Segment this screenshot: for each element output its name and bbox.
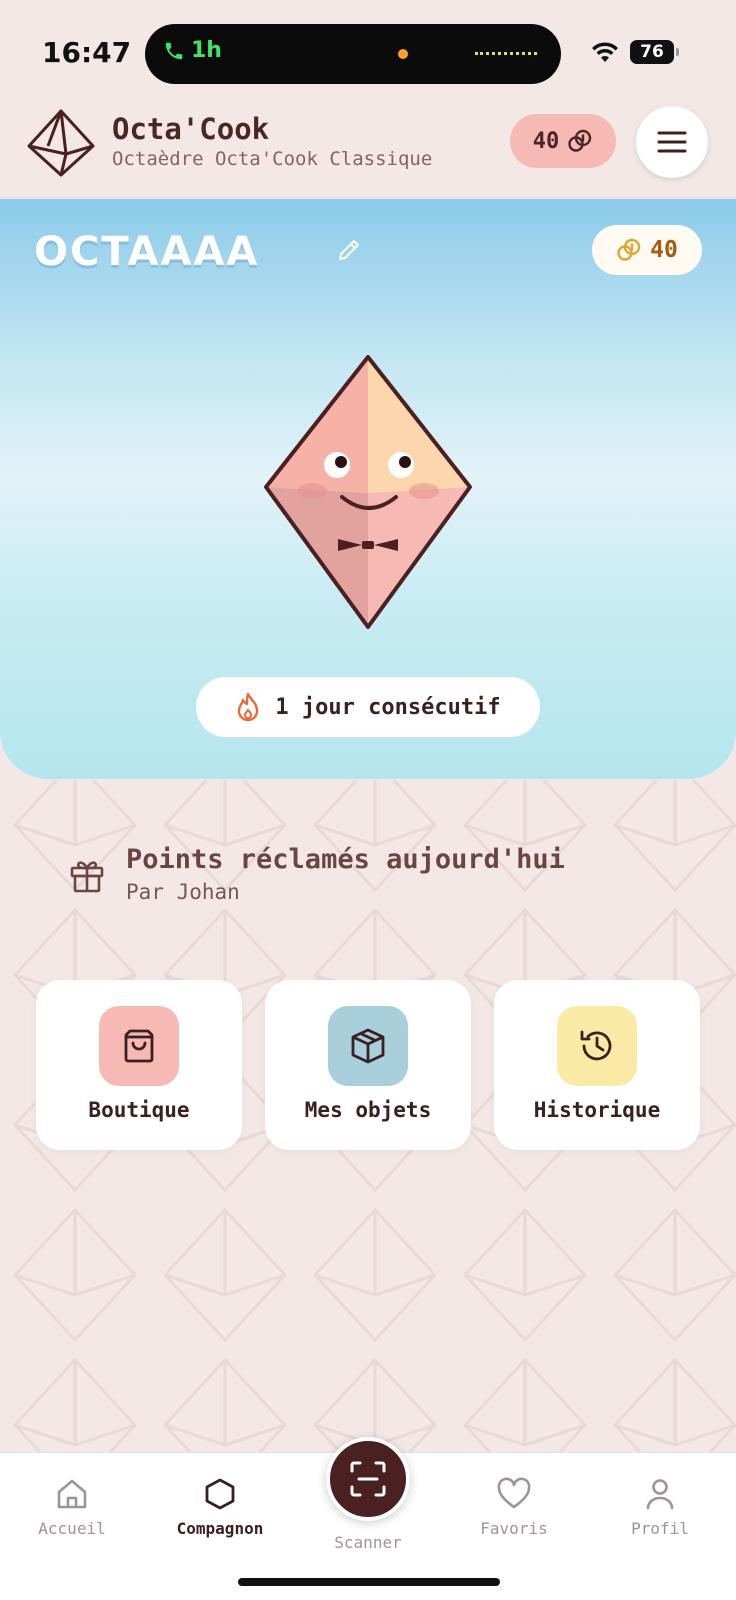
shop-card-label: Boutique xyxy=(88,1098,190,1122)
coin-count: 40 xyxy=(650,237,678,263)
audio-indicator xyxy=(475,52,537,56)
history-card-label: Historique xyxy=(533,1098,661,1122)
app-subtitle: Octaèdre Octa'Cook Classique xyxy=(112,148,433,170)
nav-item-favorites[interactable]: Favoris xyxy=(449,1477,579,1538)
box-icon xyxy=(351,1028,385,1064)
nav-label-companion: Compagnon xyxy=(176,1519,264,1538)
status-time: 16:47 xyxy=(42,36,132,69)
points-count: 40 xyxy=(532,128,560,154)
companion-hero: OCTAAAA 40 1 jour consécutif xyxy=(0,199,736,779)
nav-label-profile: Profil xyxy=(631,1519,689,1538)
menu-icon xyxy=(657,131,687,153)
shop-icon-tile xyxy=(99,1006,179,1086)
nav-label-favorites: Favoris xyxy=(480,1519,548,1538)
claim-subtitle: Par Johan xyxy=(126,880,240,904)
history-icon xyxy=(580,1030,612,1061)
call-indicator[interactable]: 1h xyxy=(163,38,222,63)
menu-button[interactable] xyxy=(636,106,708,178)
history-card[interactable]: Historique xyxy=(494,980,700,1150)
claim-title: Points réclamés aujourd'hui xyxy=(126,844,565,875)
scanner-button[interactable] xyxy=(326,1437,410,1521)
streak-badge: 1 jour consécutif xyxy=(196,677,540,737)
octahedron-logo-icon[interactable] xyxy=(26,108,96,178)
home-icon xyxy=(57,1479,87,1509)
gift-icon xyxy=(70,861,104,893)
nav-label-scanner: Scanner xyxy=(334,1533,402,1552)
points-claimed-notice: Points réclamés aujourd'hui Par Johan xyxy=(68,844,668,904)
my-items-card-label: Mes objets xyxy=(304,1098,432,1122)
heart-icon xyxy=(497,1477,531,1509)
hexagon-icon xyxy=(205,1478,235,1510)
phone-icon xyxy=(165,42,183,59)
coin-icon xyxy=(568,129,592,152)
app-title: Octa'Cook xyxy=(112,112,270,146)
nav-item-home[interactable]: Accueil xyxy=(7,1477,137,1538)
wifi-icon xyxy=(592,42,618,62)
nav-item-profile[interactable]: Profil xyxy=(595,1477,725,1538)
pet-name: OCTAAAA xyxy=(34,229,260,275)
flame-icon xyxy=(238,692,259,722)
battery-level: 76 xyxy=(640,42,664,62)
app-header: Octa'Cook Octaèdre Octa'Cook Classique 4… xyxy=(0,100,736,198)
my-items-icon-tile xyxy=(328,1006,408,1086)
shopping-bag-icon xyxy=(124,1029,154,1063)
points-badge[interactable]: 40 xyxy=(510,114,616,168)
camera-indicator-dot xyxy=(398,49,408,59)
home-indicator[interactable] xyxy=(238,1578,500,1586)
battery-icon: 76 xyxy=(630,40,679,64)
status-bar: 16:47 1h 76 xyxy=(0,0,736,100)
dynamic-island[interactable]: 1h xyxy=(145,24,561,84)
coin-badge[interactable]: 40 xyxy=(592,225,702,275)
nav-item-companion[interactable]: Compagnon xyxy=(155,1477,285,1538)
shop-card[interactable]: Boutique xyxy=(36,980,242,1150)
coin-icon xyxy=(617,238,641,261)
call-duration: 1h xyxy=(191,38,222,63)
scan-icon xyxy=(350,1461,386,1497)
octahedron-mascot[interactable] xyxy=(262,353,474,633)
streak-text: 1 jour consécutif xyxy=(275,694,501,720)
history-icon-tile xyxy=(557,1006,637,1086)
edit-icon[interactable] xyxy=(336,237,362,263)
user-icon xyxy=(646,1479,674,1510)
nav-label-home: Accueil xyxy=(38,1519,106,1538)
my-items-card[interactable]: Mes objets xyxy=(265,980,471,1150)
